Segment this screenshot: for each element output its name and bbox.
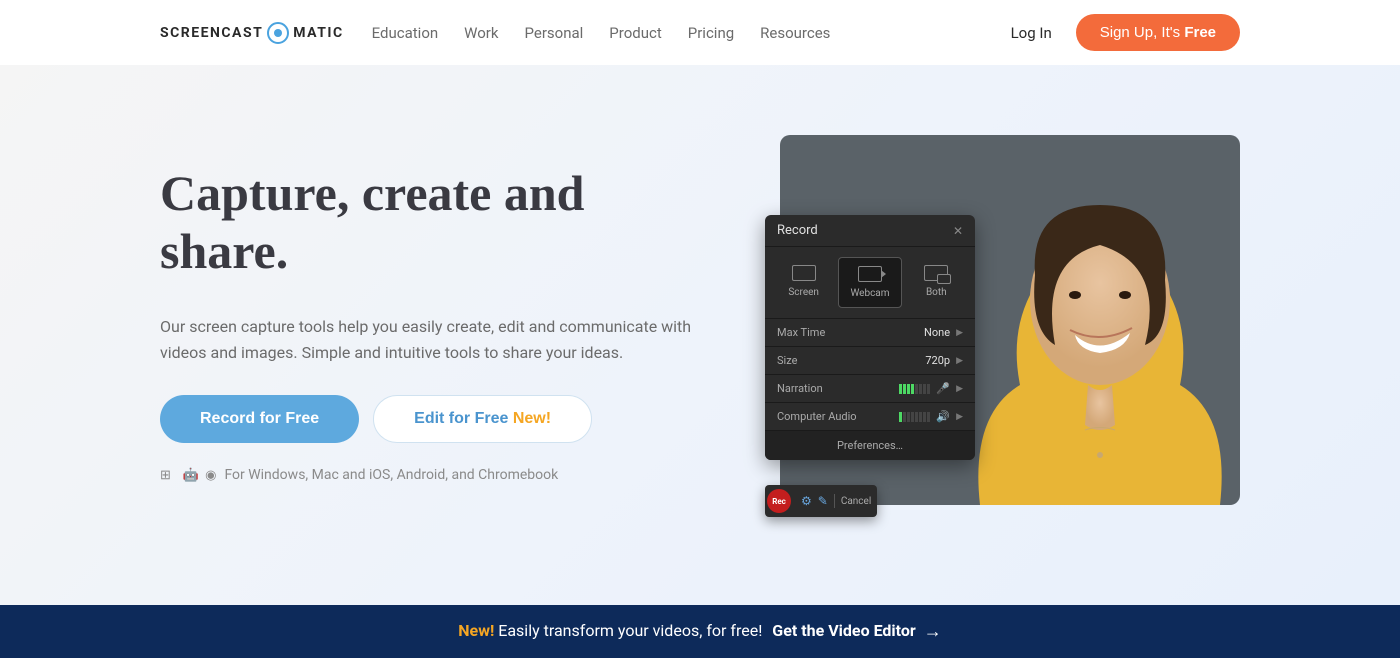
signup-button[interactable]: Sign Up, It's Free <box>1076 14 1240 51</box>
chrome-icon: ◉ <box>205 468 216 483</box>
narration-label: Narration <box>777 382 823 395</box>
signup-prefix: Sign Up, It's <box>1100 24 1185 41</box>
edit-free-label: Edit for Free <box>414 410 513 427</box>
mode-webcam-label: Webcam <box>850 288 889 299</box>
toolbar-divider <box>834 494 835 508</box>
chevron-right-icon: ▶ <box>956 412 963 422</box>
record-panel: Record ✕ Screen Webcam Both Max Time <box>765 215 975 460</box>
platform-text: For Windows, Mac and iOS, Android, and C… <box>224 467 558 483</box>
both-icon <box>924 265 948 281</box>
nav-resources[interactable]: Resources <box>760 24 830 42</box>
record-panel-title: Record <box>777 223 818 238</box>
cancel-button[interactable]: Cancel <box>841 496 871 507</box>
logo-text-1: SCREENCAST <box>160 25 263 41</box>
gear-icon[interactable]: ⚙ <box>801 494 812 508</box>
pencil-icon[interactable]: ✎ <box>818 494 828 508</box>
nav-personal[interactable]: Personal <box>525 24 584 42</box>
record-toolbar: Rec ⚙ ✎ Cancel <box>765 485 877 517</box>
nav-education[interactable]: Education <box>372 24 439 42</box>
header-right: Log In Sign Up, It's Free <box>1011 14 1240 51</box>
size-value: 720p <box>925 354 950 367</box>
main-nav: Education Work Personal Product Pricing … <box>372 24 831 42</box>
nav-work[interactable]: Work <box>464 24 498 42</box>
hero-image-area: Record ✕ Screen Webcam Both Max Time <box>780 135 1240 505</box>
edit-free-button[interactable]: Edit for Free New! <box>373 395 592 443</box>
microphone-icon: 🎤 <box>936 382 950 395</box>
top-nav: SCREENCAST MATIC Education Work Personal… <box>0 0 1400 65</box>
header-left: SCREENCAST MATIC Education Work Personal… <box>160 22 830 44</box>
banner-cta: Get the Video Editor <box>772 621 915 640</box>
hero-subtitle: Our screen capture tools help you easily… <box>160 314 700 365</box>
nav-product[interactable]: Product <box>609 24 661 42</box>
computer-audio-label: Computer Audio <box>777 410 857 423</box>
mode-both-label: Both <box>926 287 947 298</box>
mode-both[interactable]: Both <box>906 257 967 308</box>
setting-computer-audio[interactable]: Computer Audio 🔊 ▶ <box>765 403 975 431</box>
arrow-right-icon: → <box>924 621 942 642</box>
hero-buttons: Record for Free Edit for Free New! <box>160 395 700 443</box>
logo[interactable]: SCREENCAST MATIC <box>160 22 344 44</box>
rec-label: Rec <box>772 497 786 506</box>
android-icon: 🤖 <box>183 468 199 483</box>
hero-content: Capture, create and share. Our screen ca… <box>160 135 700 483</box>
mode-webcam[interactable]: Webcam <box>838 257 901 308</box>
windows-icon: ⊞ <box>160 468 171 483</box>
audio-level-meter <box>899 412 930 422</box>
narration-level-meter <box>899 384 930 394</box>
hero-section: Capture, create and share. Our screen ca… <box>0 65 1400 605</box>
record-free-button[interactable]: Record for Free <box>160 395 359 443</box>
record-mode-row: Screen Webcam Both <box>765 247 975 319</box>
speaker-icon: 🔊 <box>936 410 950 423</box>
chevron-right-icon: ▶ <box>956 384 963 394</box>
setting-narration[interactable]: Narration 🎤 ▶ <box>765 375 975 403</box>
chevron-right-icon: ▶ <box>956 328 963 338</box>
logo-text-2: MATIC <box>293 25 343 41</box>
record-panel-header: Record ✕ <box>765 215 975 247</box>
signup-bold: Free <box>1184 24 1216 41</box>
size-label: Size <box>777 354 797 367</box>
login-link[interactable]: Log In <box>1011 24 1052 42</box>
platform-icons: ⊞ 🤖 ◉ <box>160 468 216 483</box>
screen-icon <box>792 265 816 281</box>
chevron-right-icon: ▶ <box>956 356 963 366</box>
webcam-icon <box>858 266 882 282</box>
close-icon[interactable]: ✕ <box>953 224 963 238</box>
banner-new-tag: New! <box>458 621 494 640</box>
logo-circle-icon <box>267 22 289 44</box>
mode-screen-label: Screen <box>788 287 819 298</box>
banner-text: Easily transform your videos, for free! <box>498 621 766 640</box>
promo-banner[interactable]: New! Easily transform your videos, for f… <box>0 605 1400 658</box>
mode-screen[interactable]: Screen <box>773 257 834 308</box>
rec-button[interactable]: Rec <box>767 489 791 513</box>
nav-pricing[interactable]: Pricing <box>688 24 734 42</box>
edit-free-new-tag: New! <box>513 410 551 427</box>
setting-size[interactable]: Size 720p ▶ <box>765 347 975 375</box>
setting-max-time[interactable]: Max Time None ▶ <box>765 319 975 347</box>
max-time-value: None <box>924 326 950 339</box>
preferences-button[interactable]: Preferences… <box>765 431 975 460</box>
max-time-label: Max Time <box>777 326 825 339</box>
hero-title: Capture, create and share. <box>160 165 700 280</box>
platform-caption: ⊞ 🤖 ◉ For Windows, Mac and iOS, Android,… <box>160 467 700 483</box>
